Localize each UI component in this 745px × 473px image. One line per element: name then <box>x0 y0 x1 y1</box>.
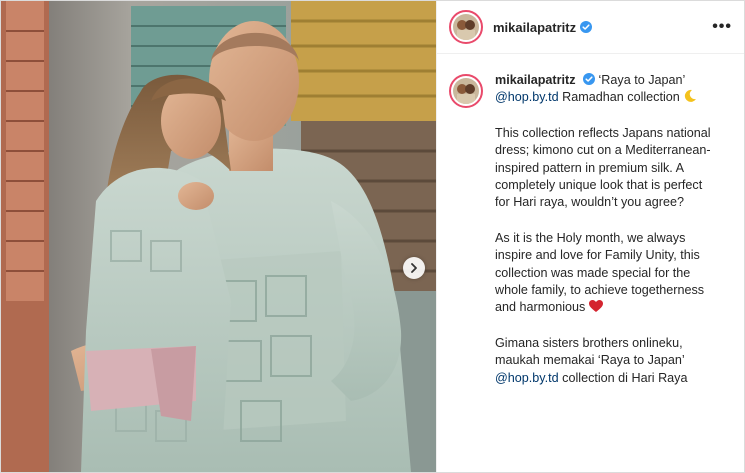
caption-paragraph-4: Gimana sisters brothers onlineku, maukah… <box>495 335 720 387</box>
heart-emoji <box>588 300 603 313</box>
caption-comment: mikailapatritz ‘Raya to Japan’ @hop.by.t… <box>437 54 744 405</box>
caption-username[interactable]: mikailapatritz <box>495 73 576 87</box>
chevron-right-icon <box>411 263 417 273</box>
profile-photo <box>453 14 479 40</box>
verified-badge-icon <box>580 21 593 33</box>
caption-paragraph-1: mikailapatritz ‘Raya to Japan’ @hop.by.t… <box>495 72 720 107</box>
avatar[interactable] <box>449 10 483 44</box>
mention-link[interactable]: @hop.by.td <box>495 371 559 385</box>
caption-paragraph-4-text: Gimana sisters brothers onlineku, maukah… <box>495 335 685 368</box>
caption-text: mikailapatritz ‘Raya to Japan’ @hop.by.t… <box>495 72 720 405</box>
next-photo-button[interactable] <box>403 257 425 279</box>
mention-link[interactable]: @hop.by.td <box>495 90 559 104</box>
caption-paragraph-2: This collection reflects Japans national… <box>495 125 711 210</box>
instagram-post: mikailapatritz ••• mikailapatritz ‘Raya … <box>0 0 745 473</box>
caption-line1-rest: Ramadhan collection <box>558 90 684 105</box>
caption-paragraph-4-rest: collection di Hari Raya <box>558 370 688 385</box>
caption-avatar[interactable] <box>449 74 483 108</box>
profile-photo <box>453 78 479 104</box>
post-photo[interactable] <box>1 1 436 472</box>
more-options-button[interactable]: ••• <box>712 18 732 36</box>
post-header: mikailapatritz ••• <box>437 1 744 54</box>
post-side-panel: mikailapatritz ••• mikailapatritz ‘Raya … <box>436 1 744 472</box>
caption-title: ‘Raya to Japan’ <box>598 73 686 87</box>
caption-paragraph-3: As it is the Holy month, we always inspi… <box>495 230 720 317</box>
verified-badge-icon <box>583 73 595 85</box>
crescent-moon-emoji <box>685 90 697 103</box>
couple-photo <box>1 1 436 472</box>
header-username[interactable]: mikailapatritz <box>493 20 576 35</box>
